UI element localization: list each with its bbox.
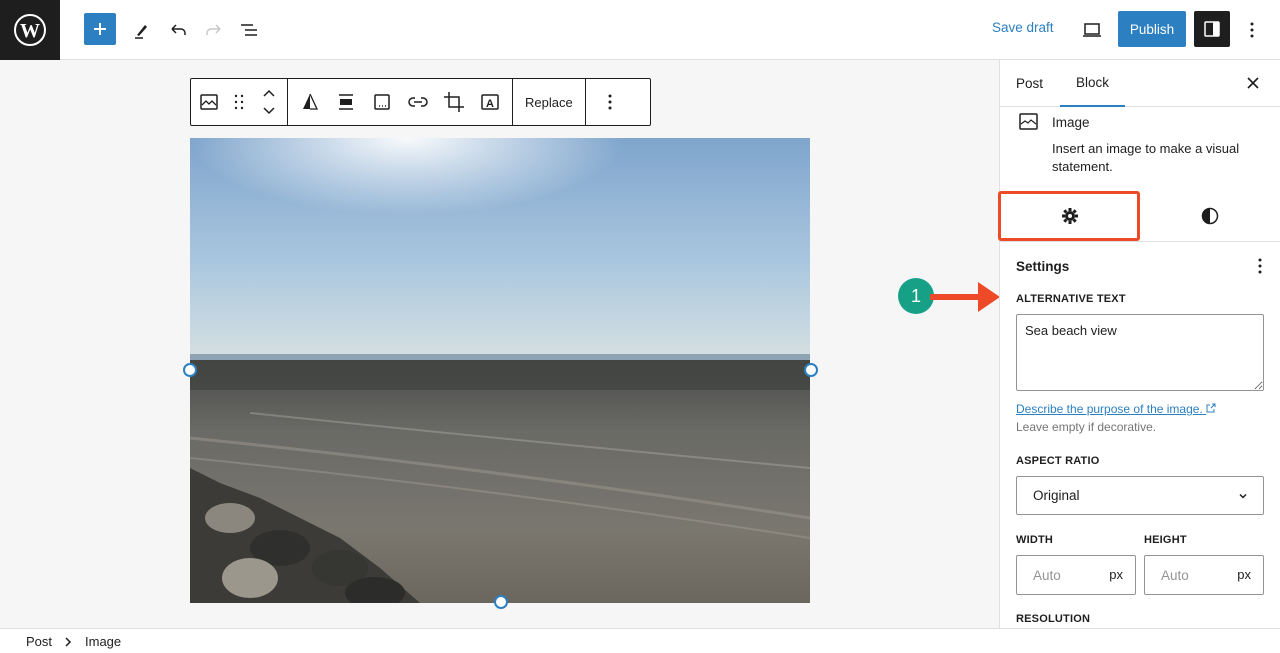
chevron-right-icon — [65, 637, 72, 647]
block-breadcrumb: Post Image — [0, 628, 1280, 653]
block-toolbar: A Replace — [190, 78, 651, 126]
width-unit: px — [1109, 567, 1123, 582]
annotation-arrow-icon — [930, 282, 1000, 312]
subtab-styles[interactable] — [1140, 191, 1280, 241]
tab-block[interactable]: Block — [1060, 60, 1126, 107]
duotone-button[interactable] — [292, 79, 328, 125]
width-input[interactable]: Auto px — [1016, 555, 1136, 595]
plus-icon — [94, 23, 106, 35]
list-view-icon — [241, 24, 257, 36]
block-type-button[interactable] — [191, 79, 227, 125]
undo-button[interactable] — [166, 18, 190, 42]
more-vertical-icon — [1258, 258, 1262, 274]
sidebar-toggle-icon — [1204, 21, 1220, 37]
align-icon — [339, 94, 353, 110]
preview-button[interactable] — [1080, 18, 1104, 42]
height-placeholder: Auto — [1161, 568, 1189, 583]
toolbar-group-options — [586, 79, 634, 125]
editor-top-bar: W Save draft Publish — [0, 0, 1280, 60]
toolbar-group-replace: Replace — [513, 79, 586, 125]
options-menu-button[interactable] — [1242, 18, 1262, 42]
undo-icon — [171, 24, 186, 35]
styles-contrast-icon — [1201, 207, 1219, 225]
breadcrumb-image[interactable]: Image — [85, 634, 121, 649]
block-card-title: Image — [1052, 115, 1090, 130]
alt-text-help-link[interactable]: Describe the purpose of the image. — [1016, 402, 1216, 416]
sidebar-tabs: Post Block — [1000, 60, 1280, 107]
link-icon — [408, 97, 428, 107]
caption-button[interactable] — [364, 79, 400, 125]
aspect-ratio-value: Original — [1033, 488, 1080, 503]
replace-button[interactable]: Replace — [513, 79, 585, 125]
beach-photo — [190, 138, 810, 603]
redo-icon — [206, 24, 221, 35]
resolution-label: RESOLUTION — [1016, 613, 1091, 625]
save-draft-button[interactable]: Save draft — [992, 20, 1054, 35]
tools-button[interactable] — [130, 18, 154, 42]
aspect-ratio-select[interactable]: Original — [1016, 476, 1264, 515]
height-unit: px — [1237, 567, 1251, 582]
chevron-down-icon — [1239, 493, 1247, 499]
subtab-settings[interactable] — [1000, 191, 1140, 241]
aspect-ratio-label: ASPECT RATIO — [1016, 455, 1100, 467]
link-button[interactable] — [400, 79, 436, 125]
resize-handle-right[interactable] — [804, 363, 818, 377]
block-card-description: Insert an image to make a visual stateme… — [1052, 141, 1240, 174]
settings-panel-title: Settings — [1016, 259, 1070, 274]
toolbar-group-block — [191, 79, 288, 125]
alt-text-input[interactable]: Sea beach view — [1016, 314, 1264, 391]
publish-button[interactable]: Publish — [1118, 11, 1186, 47]
inspector-subtabs — [1000, 191, 1280, 242]
close-icon — [1247, 77, 1259, 89]
resize-handle-bottom[interactable] — [494, 595, 508, 609]
pencil-icon — [135, 25, 147, 39]
drag-handle[interactable] — [227, 79, 251, 125]
settings-gear-icon — [1062, 208, 1078, 224]
alt-text-label: ALTERNATIVE TEXT — [1016, 293, 1126, 305]
settings-sidebar-toggle[interactable] — [1194, 11, 1230, 47]
crop-icon — [444, 92, 464, 112]
more-vertical-icon — [1250, 22, 1254, 38]
document-overview-button[interactable] — [238, 18, 262, 42]
height-label: HEIGHT — [1144, 534, 1187, 546]
alt-text-help: Leave empty if decorative. — [1016, 420, 1157, 434]
duotone-icon — [303, 93, 319, 110]
breadcrumb-post[interactable]: Post — [26, 634, 52, 649]
width-placeholder: Auto — [1033, 568, 1061, 583]
image-icon — [1019, 113, 1038, 130]
svg-text:W: W — [20, 20, 40, 42]
move-up-down-icon — [263, 89, 275, 115]
text-overlay-button[interactable]: A — [472, 79, 508, 125]
close-sidebar-button[interactable] — [1244, 74, 1262, 97]
settings-sidebar: Post Block Image Insert an image to make… — [999, 60, 1280, 628]
width-label: WIDTH — [1016, 534, 1054, 546]
toolbar-group-tools: A — [288, 79, 513, 125]
svg-text:A: A — [486, 98, 494, 110]
wordpress-icon: W — [14, 14, 46, 46]
crop-button[interactable] — [436, 79, 472, 125]
move-up-down-button[interactable] — [251, 79, 287, 125]
external-link-icon — [1206, 403, 1216, 413]
align-button[interactable] — [328, 79, 364, 125]
image-block[interactable] — [190, 138, 810, 603]
image-icon — [200, 94, 218, 110]
height-input[interactable]: Auto px — [1144, 555, 1264, 595]
settings-options-button[interactable] — [1258, 257, 1262, 280]
help-link-text: Describe the purpose of the image. — [1016, 402, 1203, 416]
annotation-step-badge: 1 — [898, 278, 934, 314]
wordpress-logo[interactable]: W — [0, 0, 60, 60]
redo-button[interactable] — [202, 18, 226, 42]
desktop-preview-icon — [1083, 23, 1101, 37]
more-vertical-icon — [608, 94, 612, 110]
tab-post[interactable]: Post — [1016, 60, 1043, 107]
add-block-button[interactable] — [84, 13, 116, 45]
text-overlay-icon: A — [481, 94, 499, 110]
resize-handle-left[interactable] — [183, 363, 197, 377]
drag-handle-icon — [234, 94, 244, 110]
caption-icon — [374, 94, 390, 110]
block-options-button[interactable] — [592, 79, 628, 125]
